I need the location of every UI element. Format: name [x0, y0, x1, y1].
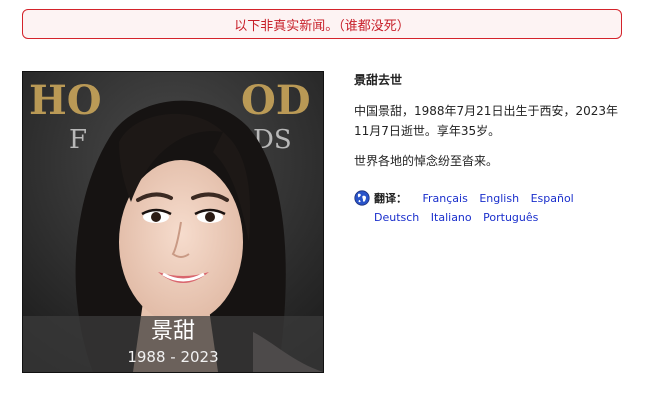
translate-label: 翻译： — [374, 192, 407, 205]
svg-text:OD: OD — [241, 77, 311, 124]
lang-link-english[interactable]: English — [479, 192, 519, 205]
article-bio: 中国景甜，1988年7月21日出生于西安，2023年11月7日逝世。享年35岁。 — [354, 104, 618, 138]
lang-link-deutsch[interactable]: Deutsch — [374, 211, 419, 224]
disclaimer-banner: 以下非真实新闻。（谁都没死） — [22, 9, 622, 39]
lang-link-espanol[interactable]: Español — [531, 192, 574, 205]
svg-text:F: F — [69, 125, 87, 155]
portrait-photo: HO OD F DS 景甜 1988 - 2023 — [22, 71, 324, 373]
article-title: 景甜去世 — [354, 73, 403, 87]
life-years: 1988 - 2023 — [127, 348, 219, 366]
lang-link-italiano[interactable]: Italiano — [431, 211, 472, 224]
globe-icon — [354, 190, 370, 206]
lang-link-francais[interactable]: Français — [423, 192, 468, 205]
portrait-caption: 景甜 1988 - 2023 — [23, 316, 323, 372]
lang-link-portugues[interactable]: Português — [483, 211, 538, 224]
translate-bar: 翻译： Français English Español Deutsch Ita… — [354, 189, 624, 227]
article-content: 景甜去世 中国景甜，1988年7月21日出生于西安，2023年11月7日逝世。享… — [354, 71, 624, 227]
article-tribute: 世界各地的悼念纷至沓来。 — [354, 154, 499, 168]
person-name: 景甜 — [150, 319, 195, 344]
disclaimer-text: 以下非真实新闻。（谁都没死） — [234, 18, 410, 34]
svg-text:HO: HO — [29, 77, 102, 124]
